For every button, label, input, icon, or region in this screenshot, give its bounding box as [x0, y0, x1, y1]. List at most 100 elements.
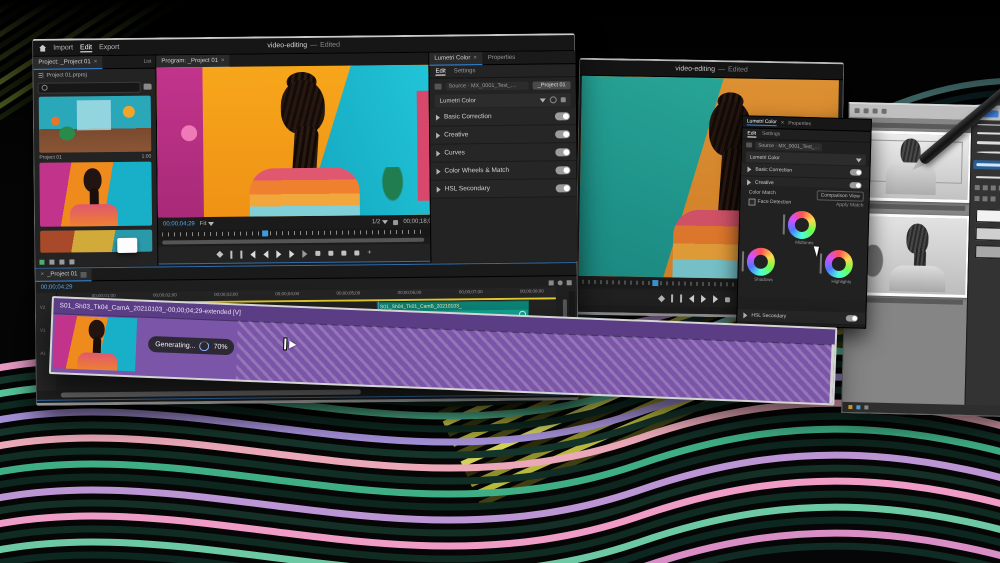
project-thumb-woman[interactable]	[39, 162, 152, 227]
comparison-view-button[interactable]: Comparison View	[817, 190, 864, 201]
section-creative[interactable]: Creative	[430, 125, 576, 145]
shadows-slider[interactable]	[742, 251, 745, 271]
mark-in-icon[interactable]	[671, 294, 673, 302]
fl-settings-tab[interactable]: Settings	[762, 131, 780, 138]
toggle-basic-correction[interactable]	[850, 169, 862, 176]
step-forward-icon[interactable]	[713, 295, 718, 303]
swatch-white[interactable]	[976, 209, 1000, 223]
tool-icon-1[interactable]	[855, 108, 860, 113]
project-bin-row[interactable]: Project 01 1:00	[39, 154, 151, 161]
timeline-hscroll[interactable]	[61, 389, 361, 397]
tool-icon-2[interactable]	[864, 108, 869, 113]
source-chip[interactable]: Source · MX_0001_Test_…	[446, 81, 529, 90]
opt-icon-2[interactable]	[983, 185, 988, 190]
section-color-wheels[interactable]: Color Wheels & Match	[430, 161, 576, 181]
opt-icon-7[interactable]	[990, 196, 995, 201]
highlights-slider[interactable]	[820, 253, 823, 273]
bottom-icon-2[interactable]	[856, 405, 860, 409]
go-to-in-icon[interactable]	[250, 250, 255, 258]
plus-icon[interactable]: +	[367, 249, 371, 256]
bottom-icon-1[interactable]	[848, 405, 852, 409]
tool-icon-4[interactable]	[882, 109, 887, 114]
lumetri-tab[interactable]: Lumetri Color ×	[429, 52, 482, 66]
brush-row-4[interactable]	[977, 151, 1000, 154]
play-icon-main[interactable]	[276, 250, 281, 258]
export-frame-icon-main[interactable]	[341, 251, 346, 256]
lumetri-tab-close-icon[interactable]: ×	[473, 55, 477, 61]
toggle-hsl[interactable]	[846, 315, 858, 322]
linked-selection-icon[interactable]	[558, 280, 563, 285]
project-tab-close-icon[interactable]: ×	[94, 59, 98, 65]
fl-tab-lumetri[interactable]: Lumetri Color	[747, 118, 777, 126]
shadows-wheel[interactable]	[746, 247, 775, 276]
face-detection-checkbox[interactable]	[748, 198, 755, 205]
trash-icon[interactable]	[69, 259, 74, 264]
tool-icon-3[interactable]	[873, 109, 878, 114]
toggle-creative-main[interactable]	[555, 130, 570, 138]
lumetri-settings-tab[interactable]: Settings	[454, 68, 476, 74]
fl-section-hsl[interactable]: HSL Secondary	[737, 309, 865, 326]
timeline-tab-close-icon[interactable]: ×	[41, 272, 45, 278]
panel-menu-icon[interactable]	[80, 272, 86, 277]
add-marker-icon[interactable]	[216, 251, 223, 258]
brush-row-6[interactable]	[976, 176, 1000, 179]
fx-icon[interactable]	[550, 96, 557, 103]
playhead-marker[interactable]	[652, 280, 658, 286]
project-chip-button[interactable]: _Project 01	[533, 81, 571, 89]
mark-out-icon-main[interactable]	[240, 250, 242, 258]
snap-icon[interactable]	[549, 280, 554, 285]
lift-icon[interactable]	[725, 297, 730, 302]
new-bin-icon[interactable]	[49, 260, 54, 265]
fl-source-chip[interactable]: Source · MX_0001_Test_…	[755, 141, 823, 151]
apply-match-button[interactable]: Apply Match	[836, 202, 864, 209]
play-icon[interactable]	[701, 295, 706, 303]
search-input[interactable]	[38, 81, 141, 93]
lumetri-edit-tab[interactable]: Edit	[435, 68, 445, 75]
fl-edit-tab[interactable]: Edit	[747, 130, 756, 137]
timeline-tab[interactable]: × _Project 01	[36, 268, 92, 282]
marker-icon[interactable]	[658, 295, 665, 302]
go-to-out-icon[interactable]	[302, 249, 307, 257]
timeline-settings-icon[interactable]	[567, 280, 572, 285]
fl-close-icon[interactable]: ×	[781, 120, 785, 126]
opt-icon-6[interactable]	[982, 196, 987, 201]
midtones-wheel[interactable]	[788, 211, 817, 240]
fl-tab-properties[interactable]: Properties	[788, 120, 811, 127]
properties-tab[interactable]: Properties	[488, 55, 515, 61]
toggle-basic-correction-main[interactable]	[555, 112, 570, 120]
program-playhead[interactable]	[262, 230, 268, 236]
toggle-hsl-main[interactable]	[556, 184, 571, 192]
step-forward-icon-main[interactable]	[289, 250, 294, 258]
brush-row-3[interactable]	[977, 141, 1000, 145]
scale-dropdown[interactable]: 1/2	[372, 219, 388, 225]
wrench-icon[interactable]	[393, 220, 398, 225]
section-hsl-secondary[interactable]: HSL Secondary	[431, 179, 577, 199]
toggle-color-wheels-main[interactable]	[555, 166, 570, 174]
brush-row-1[interactable]	[977, 124, 1000, 126]
midtones-slider[interactable]	[783, 214, 786, 234]
swatch-light-gray[interactable]	[975, 227, 1000, 241]
opt-icon-3[interactable]	[991, 185, 996, 190]
reset-icon[interactable]	[561, 97, 566, 102]
opt-icon-1[interactable]	[975, 185, 980, 190]
step-back-icon[interactable]	[689, 295, 694, 303]
project-view-toggle[interactable]: List	[144, 59, 152, 65]
opt-icon-5[interactable]	[974, 196, 979, 201]
mark-in-icon-main[interactable]	[230, 250, 232, 258]
step-back-icon-main[interactable]	[263, 250, 268, 258]
project-thumb-room[interactable]	[39, 96, 152, 153]
fit-dropdown[interactable]: Fit	[200, 221, 215, 227]
mark-out-icon[interactable]	[680, 295, 682, 303]
lift-icon-main[interactable]	[315, 251, 320, 256]
section-basic-correction[interactable]: Basic Correction	[430, 107, 576, 127]
new-item-icon[interactable]	[59, 260, 64, 265]
swatch-gray[interactable]	[975, 245, 1000, 259]
program-tab-close-icon[interactable]: ×	[221, 58, 225, 64]
pen-tool-icon[interactable]	[39, 260, 44, 265]
folder-icon[interactable]	[144, 84, 152, 90]
highlights-wheel[interactable]	[824, 250, 853, 279]
comparison-icon-main[interactable]	[354, 250, 359, 255]
brush-row-selected[interactable]	[973, 160, 1000, 170]
lumetri-preset-dropdown[interactable]: Lumetri Color	[435, 93, 571, 107]
project-tab[interactable]: Project: _Project 01 ×	[33, 56, 102, 70]
